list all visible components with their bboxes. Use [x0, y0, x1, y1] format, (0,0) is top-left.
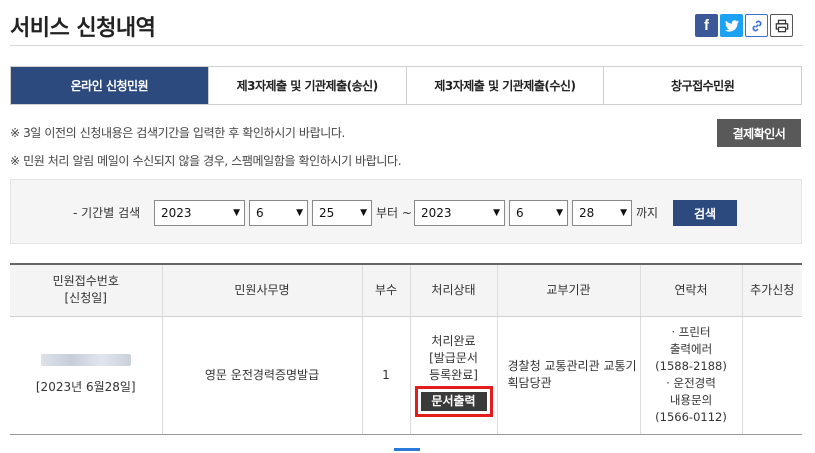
- chevron-down-icon: ▼: [296, 208, 303, 218]
- contact-printer-label: · 프린터: [671, 325, 711, 339]
- extra-request-cell: [741, 316, 802, 435]
- from-year-value: 2023: [161, 206, 192, 220]
- header-copies: 부수: [361, 264, 410, 317]
- contact-driving-inquiry: 내용문의: [669, 393, 713, 407]
- service-tabs: 온라인 신청민원 제3자제출 및 기관제출(송신) 제3자제출 및 기관제출(수…: [10, 66, 802, 105]
- header-receipt-number-label: 민원접수번호: [52, 274, 119, 289]
- application-date: [2023년 6월28일]: [35, 380, 136, 394]
- header-status: 처리상태: [409, 264, 497, 317]
- table-row: [2023년 6월28일] 영문 운전경력증명발급 1 처리완료 [발급문서 등…: [10, 316, 802, 435]
- service-name-cell: 영문 운전경력증명발급: [161, 316, 362, 435]
- contact-driving-label: · 운전경력: [666, 376, 716, 390]
- pagination-indicator[interactable]: [394, 448, 420, 451]
- redacted-receipt-number: [40, 354, 131, 366]
- title-divider: [10, 45, 803, 46]
- from-month-select[interactable]: 6 ▼: [249, 200, 308, 226]
- tab-third-party-sent[interactable]: 제3자제출 및 기관제출(송신): [207, 67, 406, 104]
- to-year-select[interactable]: 2023 ▼: [414, 200, 505, 226]
- contact-driving-phone: (1566-0112): [655, 410, 727, 424]
- from-day-select[interactable]: 25 ▼: [312, 200, 372, 226]
- from-month-value: 6: [256, 206, 264, 220]
- chevron-down-icon: ▼: [620, 208, 627, 218]
- tab-counter-applications[interactable]: 창구접수민원: [603, 67, 801, 104]
- print-icon[interactable]: [770, 14, 793, 37]
- chevron-down-icon: ▼: [556, 208, 563, 218]
- header-receipt-number: 민원접수번호 [신청일]: [10, 264, 162, 317]
- header-contact: 연락처: [639, 264, 742, 317]
- from-year-select[interactable]: 2023 ▼: [154, 200, 245, 226]
- contact-cell: · 프린터 출력에러 (1588-2188) · 운전경력 내용문의 (1566…: [639, 316, 742, 435]
- header-agency: 교부기관: [496, 264, 640, 317]
- header-extra-request: 추가신청: [741, 264, 802, 317]
- from-day-value: 25: [319, 206, 335, 220]
- receipt-number-cell: [2023년 6월28일]: [10, 316, 162, 435]
- agency-line1: 경찰청 교통관리관 교통기: [507, 359, 637, 373]
- to-year-value: 2023: [421, 206, 452, 220]
- period-search-panel: - 기간별 검색 2023 ▼ 6 ▼ 25 ▼ 부터 ~ 2023 ▼ 6 ▼ 28 ▼ …: [10, 179, 802, 244]
- to-day-select[interactable]: 28 ▼: [572, 200, 632, 226]
- status-text: 처리완료: [431, 334, 476, 348]
- application-table: 민원접수번호 [신청일] 민원사무명 부수 처리상태 교부기관 연락처 추가신청…: [10, 263, 802, 435]
- status-detail-line1: [발급문서: [429, 351, 478, 365]
- notice-spam-mail: ※ 민원 처리 알림 메일이 수신되지 않을 경우, 스팸메일함을 확인하시기 …: [10, 154, 402, 168]
- link-icon[interactable]: [745, 14, 768, 37]
- header-application-date-label: [신청일]: [64, 291, 107, 306]
- tab-online-applications[interactable]: 온라인 신청민원: [11, 67, 208, 104]
- page-title: 서비스 신청내역: [10, 16, 156, 41]
- to-day-value: 28: [579, 206, 595, 220]
- to-suffix: 까지: [636, 206, 659, 220]
- status-detail-line2: 등록완료]: [429, 368, 478, 382]
- agency-cell: 경찰청 교통관리관 교통기 획담당관: [496, 316, 640, 435]
- contact-printer-error: 출력에러: [669, 342, 713, 356]
- contact-printer-phone: (1588-2188): [655, 359, 727, 373]
- table-header-row: 민원접수번호 [신청일] 민원사무명 부수 처리상태 교부기관 연락처 추가신청: [10, 264, 802, 317]
- twitter-icon[interactable]: [720, 14, 743, 37]
- print-document-button[interactable]: 문서출력: [420, 392, 487, 411]
- to-month-value: 6: [516, 206, 524, 220]
- search-button[interactable]: 검색: [673, 200, 737, 226]
- tab-third-party-received[interactable]: 제3자제출 및 기관제출(수신): [405, 67, 604, 104]
- share-toolbar: f: [695, 14, 793, 37]
- header-service-name: 민원사무명: [161, 264, 362, 317]
- chevron-down-icon: ▼: [233, 208, 240, 218]
- period-search-label: - 기간별 검색: [73, 206, 141, 220]
- copies-cell: 1: [361, 316, 410, 435]
- from-suffix: 부터 ~: [376, 206, 412, 220]
- print-document-highlight: 문서출력: [414, 386, 493, 417]
- chevron-down-icon: ▼: [360, 208, 367, 218]
- payment-receipt-button[interactable]: 결제확인서: [717, 119, 801, 147]
- status-cell: 처리완료 [발급문서 등록완료] 문서출력: [409, 316, 497, 435]
- chevron-down-icon: ▼: [493, 208, 500, 218]
- notice-search-period: ※ 3일 이전의 신청내용은 검색기간을 입력한 후 확인하시기 바랍니다.: [10, 126, 345, 140]
- agency-line2: 획담당관: [507, 376, 552, 390]
- facebook-icon[interactable]: f: [695, 14, 718, 37]
- to-month-select[interactable]: 6 ▼: [509, 200, 568, 226]
